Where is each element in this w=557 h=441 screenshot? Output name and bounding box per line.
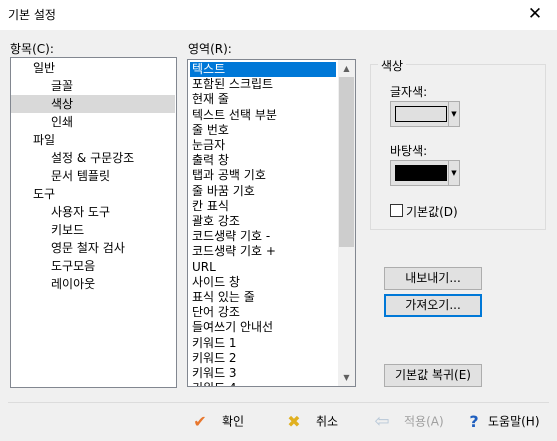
tree-item[interactable]: 일반 <box>11 59 175 77</box>
help-label: 도움말(H) <box>488 414 540 429</box>
arrow-left-icon: ⇦ <box>374 410 390 432</box>
list-item[interactable]: 눈금자 <box>190 138 336 153</box>
list-item[interactable]: 출력 창 <box>190 153 336 168</box>
ok-label: 확인 <box>222 414 245 429</box>
cross-icon: ✖ <box>287 411 301 431</box>
list-item[interactable]: 키워드 3 <box>190 366 336 381</box>
fg-color-swatch <box>395 106 447 122</box>
cancel-label: 취소 <box>316 414 339 429</box>
list-item[interactable]: 텍스트 선택 부분 <box>190 108 336 123</box>
list-item[interactable]: 현재 줄 <box>190 92 336 107</box>
tree-item[interactable]: 색상 <box>11 95 175 113</box>
areas-label: 영역(R): <box>188 42 232 56</box>
bg-color-button[interactable]: ▼ <box>390 160 460 186</box>
apply-label: 적용(A) <box>404 414 444 429</box>
list-item[interactable]: 텍스트 <box>190 62 336 77</box>
import-button[interactable]: 가져오기... <box>384 294 482 317</box>
list-item[interactable]: 포함된 스크립트 <box>190 77 336 92</box>
list-item[interactable]: 칸 표식 <box>190 199 336 214</box>
tree-item[interactable]: 영문 철자 검사 <box>11 239 175 257</box>
ok-button[interactable]: ✔ 확인 <box>190 408 244 434</box>
list-item[interactable]: 사이드 창 <box>190 275 336 290</box>
tree-item[interactable]: 도구모음 <box>11 257 175 275</box>
list-item[interactable]: 키워드 1 <box>190 336 336 351</box>
tree-item[interactable]: 도구 <box>11 185 175 203</box>
footer-separator <box>8 402 549 403</box>
fg-color-button[interactable]: ▼ <box>390 101 460 127</box>
tree-item[interactable]: 사용자 도구 <box>11 203 175 221</box>
scroll-thumb[interactable] <box>339 77 354 247</box>
list-item[interactable]: 줄 번호 <box>190 123 336 138</box>
list-item[interactable]: 코드생략 기호 - <box>190 229 336 244</box>
cancel-button[interactable]: ✖ 취소 <box>284 408 338 434</box>
checkmark-icon: ✔ <box>193 411 207 431</box>
tree-item[interactable]: 레이아웃 <box>11 275 175 293</box>
list-item[interactable]: URL <box>190 260 336 275</box>
list-item[interactable]: 키워드 2 <box>190 351 336 366</box>
tree-item[interactable]: 설정 & 구문강조 <box>11 149 175 167</box>
areas-scrollbar[interactable]: ▲ ▼ <box>338 60 355 386</box>
color-group-title: 색상 <box>378 57 407 74</box>
help-question-icon: ? <box>469 411 479 431</box>
default-checkbox[interactable] <box>390 204 403 217</box>
tree-item[interactable]: 문서 템플릿 <box>11 167 175 185</box>
apply-button[interactable]: ⇦ 적용(A) <box>372 408 444 434</box>
tree-item[interactable]: 인쇄 <box>11 113 175 131</box>
title-bar: 기본 설정 ✕ <box>0 0 557 30</box>
window-title: 기본 설정 <box>8 8 56 22</box>
reset-defaults-button[interactable]: 기본값 복귀(E) <box>384 364 482 387</box>
list-item[interactable]: 코드생략 기호 + <box>190 244 336 259</box>
areas-list[interactable]: 텍스트 포함된 스크립트 현재 줄 텍스트 선택 부분 줄 번호 눈금자 출력 창 탭과 공백… <box>187 59 356 387</box>
fg-color-label: 글자색: <box>390 85 428 99</box>
scroll-up-icon[interactable]: ▲ <box>338 60 355 77</box>
tree-item[interactable]: 파일 <box>11 131 175 149</box>
tree-item[interactable]: 키보드 <box>11 221 175 239</box>
categories-label: 항목(C): <box>10 42 54 56</box>
list-item[interactable]: 단어 강조 <box>190 305 336 320</box>
dropdown-arrow-icon: ▼ <box>448 161 459 185</box>
dropdown-arrow-icon: ▼ <box>448 102 459 126</box>
bg-color-label: 바탕색: <box>390 144 428 158</box>
list-item[interactable]: 표식 있는 줄 <box>190 290 336 305</box>
tree-item[interactable]: 글꼴 <box>11 77 175 95</box>
close-icon[interactable]: ✕ <box>513 0 557 30</box>
scroll-down-icon[interactable]: ▼ <box>338 369 355 386</box>
category-tree[interactable]: 일반 글꼴 색상 인쇄 파일 설정 & 구문강조 문서 템플릿 도구 사용자 도구 키보드 영문 철… <box>10 57 177 388</box>
list-item[interactable]: 괄호 강조 <box>190 214 336 229</box>
list-item[interactable]: 키워드 4 <box>190 381 336 386</box>
export-button[interactable]: 내보내기... <box>384 267 482 290</box>
default-checkbox-label: 기본값(D) <box>406 205 458 219</box>
list-item[interactable]: 탭과 공백 기호 <box>190 168 336 183</box>
help-button[interactable]: ? 도움말(H) <box>464 408 540 434</box>
list-item[interactable]: 줄 바꿈 기호 <box>190 184 336 199</box>
list-item[interactable]: 들여쓰기 안내선 <box>190 320 336 335</box>
bg-color-swatch <box>395 165 447 181</box>
